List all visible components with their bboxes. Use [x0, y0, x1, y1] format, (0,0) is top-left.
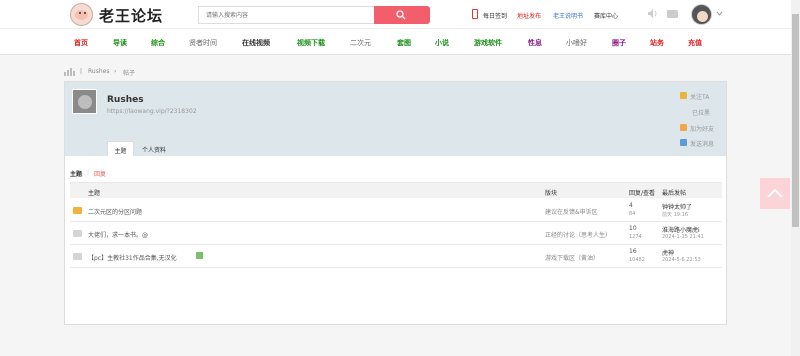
subtab-replies[interactable]: 回复 [94, 169, 106, 178]
thread-forum[interactable]: 建议在反馈&申诉区 [545, 207, 598, 216]
nav-item-site-affairs[interactable]: 站务 [650, 38, 664, 48]
profile-url[interactable]: https://laowang.vip/?2318302 [107, 108, 197, 115]
document-icon [73, 230, 82, 237]
thread-title[interactable]: 二次元区的分区问题 [88, 207, 142, 216]
top-bar: 老王论坛 每日签到 地址发布 老王说明书 赛库中心 [0, 0, 800, 29]
breadcrumb-sep: | [80, 68, 83, 75]
nav-item-novels[interactable]: 小说 [435, 38, 449, 48]
follow-button[interactable]: 关注TA [690, 92, 709, 101]
blocked-button[interactable]: 已拉黑 [692, 108, 710, 117]
thread-replies: 16 [629, 248, 637, 255]
thread-title[interactable]: 大佬们，求一本书。@ [88, 230, 148, 239]
breadcrumb-current: 帖子 [123, 70, 136, 77]
tab-topics[interactable]: 主题 [107, 141, 134, 156]
thread-forum[interactable]: 游戏下载区（黄油） [545, 253, 599, 262]
tab-profile-info[interactable]: 个人资料 [136, 141, 172, 156]
search-input[interactable] [198, 6, 375, 24]
center-link[interactable]: 赛库中心 [594, 11, 618, 20]
thread-views: 1274 [629, 234, 642, 240]
table-row[interactable]: 【pc】主教社31作品合集,无汉化 游戏下载区（黄油） 16 10482 虎神 … [70, 245, 722, 268]
thread-last-user[interactable]: 淮海路小魔虎i [662, 225, 700, 234]
nav-item-video-download[interactable]: 视频下载 [297, 38, 325, 48]
profile-card: Rushes https://laowang.vip/?2318302 主题 个… [64, 81, 727, 325]
profile-name: Rushes [107, 95, 144, 105]
thread-last-time: 2024-1-15 21:41 [662, 234, 704, 240]
thread-last-time: 2024-5-6 22:53 [662, 257, 701, 263]
nav-item-recharge[interactable]: 充值 [688, 38, 702, 48]
col-replies-views: 回复/查看 [629, 190, 656, 197]
add-friend-button[interactable]: 加为好友 [690, 124, 714, 133]
thread-replies: 4 [629, 202, 633, 209]
home-icon[interactable] [64, 67, 75, 76]
nav-item-sage-time[interactable]: 贤者时间 [189, 38, 217, 48]
breadcrumb-user[interactable]: Rushes [88, 68, 109, 75]
daily-checkin-link[interactable]: 每日签到 [483, 11, 507, 20]
chevron-down-icon[interactable] [716, 11, 723, 16]
table-row[interactable]: 大佬们，求一本书。@ 正经的讨论（思考人生） 10 1274 淮海路小魔虎i 2… [70, 222, 722, 245]
profile-header: Rushes https://laowang.vip/?2318302 主题 个… [65, 82, 726, 156]
nav-item-circles[interactable]: 圈子 [612, 38, 626, 48]
document-icon [73, 253, 82, 260]
nav-item-games[interactable]: 游戏软件 [474, 38, 502, 48]
profile-avatar[interactable] [72, 89, 97, 114]
follow-icon [680, 92, 687, 99]
address-link[interactable]: 地址发布 [517, 11, 541, 20]
thread-last-time: 前天 19:16 [662, 212, 688, 218]
thread-title[interactable]: 【pc】主教社31作品合集,无汉化 [88, 253, 177, 262]
phone-icon [472, 9, 478, 19]
scrollbar-thumb[interactable] [792, 14, 799, 227]
main-nav: 首页 导读 综合 贤者时间 在线视频 视频下载 二次元 套图 小说 游戏软件 性… [0, 29, 800, 55]
thread-views: 10482 [629, 257, 645, 263]
add-friend-icon [680, 124, 687, 131]
table-header: 主题 版块 回复/查看 最后发帖 [70, 182, 722, 198]
site-name[interactable]: 老王论坛 [99, 5, 163, 26]
subtab-topics[interactable]: 主题 [70, 169, 82, 178]
table-row[interactable]: 二次元区的分区问题 建议在反馈&申诉区 4 84 钟钟太帅了 前天 19:16 [70, 199, 722, 222]
thread-last-user[interactable]: 虎神 [662, 248, 674, 257]
back-to-top-button[interactable] [760, 178, 790, 209]
col-last-post: 最后发帖 [662, 190, 687, 197]
thread-views: 84 [629, 211, 636, 217]
user-avatar[interactable] [691, 4, 712, 25]
folder-icon [73, 207, 82, 214]
nav-item-general[interactable]: 综合 [151, 38, 165, 48]
mail-icon[interactable] [667, 10, 678, 18]
search-icon [396, 10, 406, 20]
nav-item-hobby[interactable]: 小嗜好 [566, 38, 587, 48]
subtab-sep: | [87, 169, 90, 176]
sound-icon[interactable] [647, 8, 659, 19]
col-forum: 版块 [545, 190, 558, 197]
nav-item-guide[interactable]: 导读 [113, 38, 127, 48]
chevron-up-icon [767, 188, 783, 198]
search-bar [198, 6, 431, 24]
thread-forum[interactable]: 正经的讨论（思考人生） [545, 230, 611, 239]
col-subject: 主题 [88, 190, 101, 197]
message-icon [680, 139, 687, 146]
breadcrumb-sep: › [114, 68, 117, 75]
nav-item-info[interactable]: 性息 [528, 38, 542, 48]
manual-link[interactable]: 老王说明书 [553, 11, 583, 20]
nav-item-online-video[interactable]: 在线视频 [242, 38, 270, 48]
thread-last-user[interactable]: 钟钟太帅了 [662, 202, 692, 211]
search-button[interactable] [374, 6, 430, 24]
nav-item-home[interactable]: 首页 [74, 38, 88, 48]
nav-item-anime[interactable]: 二次元 [350, 38, 371, 48]
send-message-button[interactable]: 发送消息 [690, 139, 714, 148]
thread-replies: 10 [629, 225, 637, 232]
site-logo[interactable] [70, 3, 93, 26]
nav-item-photos[interactable]: 套图 [397, 38, 411, 48]
image-attachment-icon [196, 252, 203, 259]
